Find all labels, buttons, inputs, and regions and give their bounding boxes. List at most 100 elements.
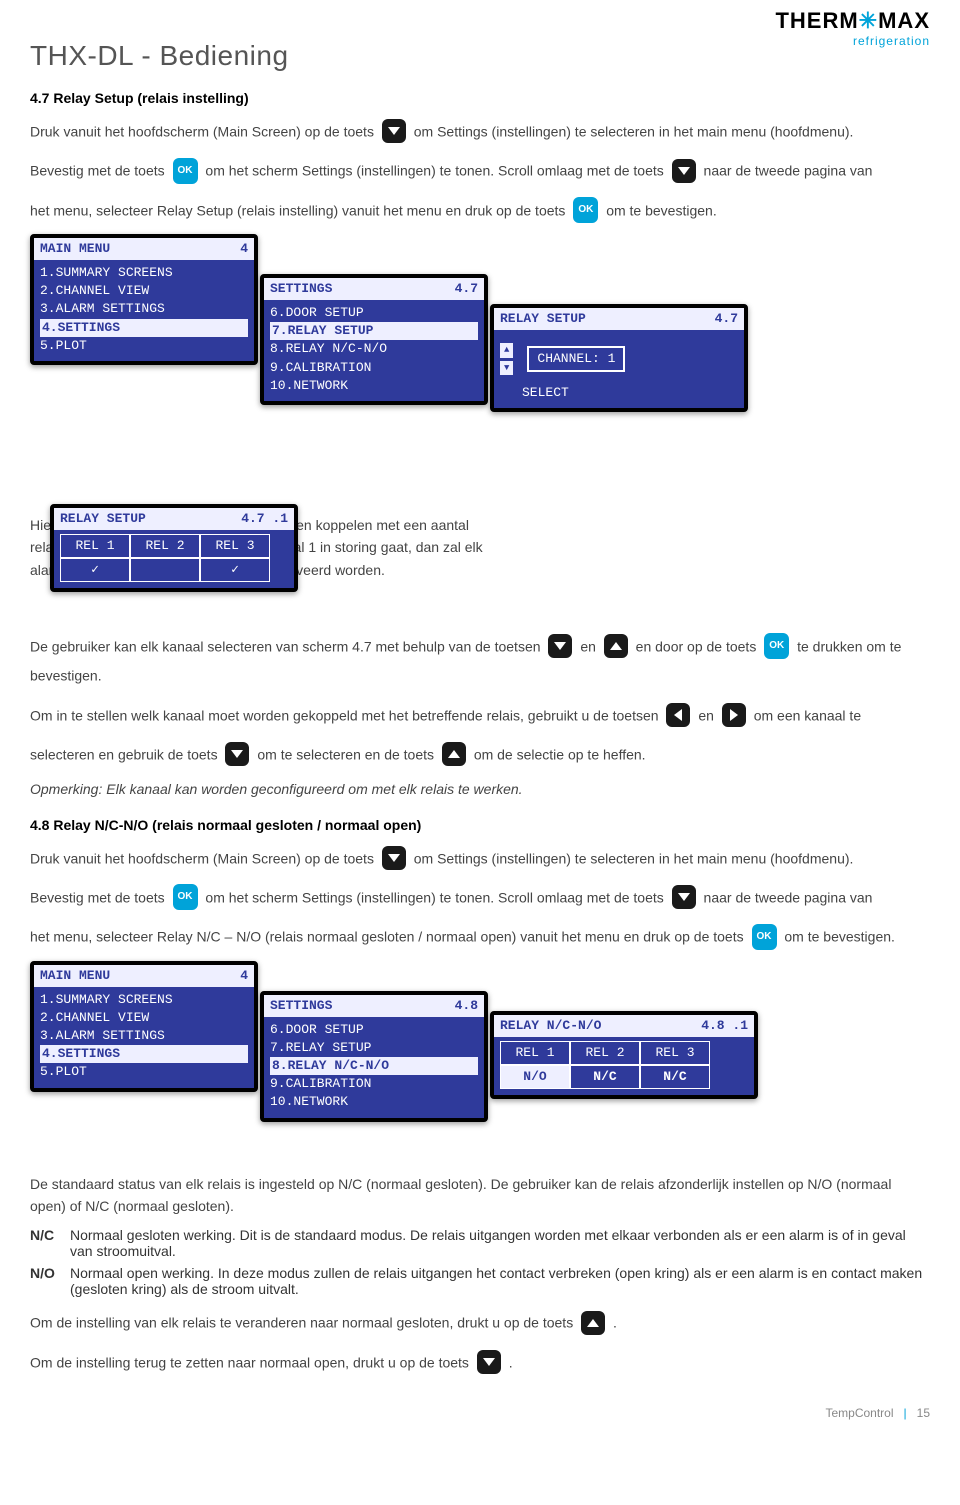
down-icon[interactable] xyxy=(672,885,696,909)
no-label: N/O xyxy=(30,1265,70,1297)
lcd-settings: SETTINGS4.7 6.DOOR SETUP7.RELAY SETUP8.R… xyxy=(260,274,488,405)
ok-button[interactable]: OK xyxy=(764,633,789,659)
ok-button[interactable]: OK xyxy=(573,197,598,223)
lcd-menu-item: 4.SETTINGS xyxy=(40,1045,248,1063)
channel-value: 1 xyxy=(608,351,616,366)
text: De gebruiker kan elk kanaal selecteren v… xyxy=(30,638,541,654)
lcd-main-menu: MAIN MENU 4 1.SUMMARY SCREENS2.CHANNEL VI… xyxy=(30,234,258,365)
rel-header: REL 2 xyxy=(130,534,200,558)
up-icon[interactable] xyxy=(442,742,466,766)
lcd-menu-item: 3.ALARM SETTINGS xyxy=(40,1027,248,1045)
down-icon[interactable] xyxy=(225,742,249,766)
lcd-menu-item: 1.SUMMARY SCREENS xyxy=(40,264,248,282)
text: Om de instelling van elk relais te veran… xyxy=(30,1315,573,1331)
down-icon: ▼ xyxy=(500,361,513,376)
select-label: SELECT xyxy=(500,384,738,402)
lcd-relay-setup-471: RELAY SETUP4.7 .1 REL 1REL 2REL 3 ✓✓ xyxy=(50,504,298,591)
lcd-page: 4 xyxy=(240,240,248,258)
footer-page: 15 xyxy=(917,1406,930,1420)
page-footer: TempControl | 15 xyxy=(30,1406,930,1420)
left-icon[interactable] xyxy=(666,703,690,727)
rel-value: N/C xyxy=(640,1065,710,1089)
lcd-menu-item: 3.ALARM SETTINGS xyxy=(40,300,248,318)
text: Bevestig met de toets xyxy=(30,889,165,905)
lcd-title: MAIN MENU xyxy=(40,240,110,258)
no-body: Normaal open werking. In deze modus zull… xyxy=(70,1265,930,1297)
lcd-title: SETTINGS xyxy=(270,280,332,298)
text: om het scherm Settings (instellingen) te… xyxy=(205,163,663,179)
down-icon[interactable] xyxy=(382,119,406,143)
text: en door op de toets xyxy=(636,638,757,654)
text: het menu, selecteer Relay Setup (relais … xyxy=(30,202,565,218)
lcd-relay-setup: RELAY SETUP4.7 ▲▼ CHANNEL: 1 SELECT xyxy=(490,304,748,413)
brand-sub: refrigeration xyxy=(775,34,930,48)
lcd-settings-2: SETTINGS4.8 6.DOOR SETUP7.RELAY SETUP8.R… xyxy=(260,991,488,1122)
section-47-heading: 4.7 Relay Setup (relais instelling) xyxy=(30,90,930,106)
rel-header: REL 1 xyxy=(500,1041,570,1065)
text: naar de tweede pagina van xyxy=(704,163,873,179)
right-icon[interactable] xyxy=(722,703,746,727)
lcd-menu-item: 8.RELAY N/C-N/O xyxy=(270,340,478,358)
up-icon[interactable] xyxy=(581,1311,605,1335)
std-text: De standaard status van elk relais is in… xyxy=(30,1173,930,1218)
text: Om de instelling terug te zetten naar no… xyxy=(30,1354,469,1370)
lcd-menu-item: 5.PLOT xyxy=(40,1063,248,1081)
rel-value: ✓ xyxy=(200,558,270,582)
text: om de selectie op te heffen. xyxy=(474,746,646,762)
lcd-main-menu-2: MAIN MENU4 1.SUMMARY SCREENS2.CHANNEL VI… xyxy=(30,961,258,1092)
text: Om in te stellen welk kanaal moet worden… xyxy=(30,707,659,723)
ok-button[interactable]: OK xyxy=(752,924,777,950)
down-icon[interactable] xyxy=(672,159,696,183)
lcd-title: RELAY SETUP xyxy=(500,310,586,328)
note-47: Opmerking: Elk kanaal kan worden geconfi… xyxy=(30,778,930,800)
lcd-title: RELAY N/C-N/O xyxy=(500,1017,601,1035)
lcd-menu-item: 1.SUMMARY SCREENS xyxy=(40,991,248,1009)
text: Druk vanuit het hoofdscherm (Main Screen… xyxy=(30,123,374,139)
lcd-menu-item: 4.SETTINGS xyxy=(40,319,248,337)
lcd-menu-item: 10.NETWORK xyxy=(270,377,478,395)
footer-product: TempControl xyxy=(825,1406,893,1420)
lcd-page: 4.7 .1 xyxy=(241,510,288,528)
text: en xyxy=(698,707,714,723)
text: om te bevestigen. xyxy=(784,929,895,945)
rel-header: REL 2 xyxy=(570,1041,640,1065)
ok-button[interactable]: OK xyxy=(173,158,198,184)
lcd-page: 4.8 xyxy=(455,997,478,1015)
rel-value: N/O xyxy=(500,1065,570,1089)
rel-header: REL 3 xyxy=(640,1041,710,1065)
rel-header: REL 3 xyxy=(200,534,270,558)
lcd-page: 4.7 xyxy=(715,310,738,328)
text: om het scherm Settings (instellingen) te… xyxy=(205,889,663,905)
brand-logo: THERM✳MAX refrigeration xyxy=(775,8,930,48)
rel-value: ✓ xyxy=(60,558,130,582)
text: om te bevestigen. xyxy=(606,202,717,218)
brand-b: MAX xyxy=(878,8,930,33)
lcd-title: SETTINGS xyxy=(270,997,332,1015)
lcd-title: MAIN MENU xyxy=(40,967,110,985)
down-icon[interactable] xyxy=(382,846,406,870)
lcd-menu-item: 6.DOOR SETUP xyxy=(270,304,478,322)
text: . xyxy=(509,1354,513,1370)
text: om Settings (instellingen) te selecteren… xyxy=(414,850,854,866)
down-icon[interactable] xyxy=(477,1350,501,1374)
text: naar de tweede pagina van xyxy=(704,889,873,905)
rel-header: REL 1 xyxy=(60,534,130,558)
text: het menu, selecteer Relay N/C – N/O (rel… xyxy=(30,929,744,945)
lcd-menu-item: 2.CHANNEL VIEW xyxy=(40,282,248,300)
section-48-heading: 4.8 Relay N/C-N/O (relais normaal geslot… xyxy=(30,817,930,833)
lcd-menu-item: 6.DOOR SETUP xyxy=(270,1021,478,1039)
text: selecteren en gebruik de toets xyxy=(30,746,218,762)
lcd-menu-item: 9.CALIBRATION xyxy=(270,1075,478,1093)
up-icon: ▲ xyxy=(500,343,513,358)
lcd-menu-item: 7.RELAY SETUP xyxy=(270,322,478,340)
ok-button[interactable]: OK xyxy=(173,884,198,910)
text: . xyxy=(613,1315,617,1331)
rel-value: N/C xyxy=(570,1065,640,1089)
down-icon[interactable] xyxy=(548,634,572,658)
lcd-ncno: RELAY N/C-N/O4.8 .1 REL 1REL 2REL 3 N/ON… xyxy=(490,1011,758,1100)
text: Bevestig met de toets xyxy=(30,163,165,179)
text: om Settings (instellingen) te selecteren… xyxy=(414,123,854,139)
up-icon[interactable] xyxy=(604,634,628,658)
text: Druk vanuit het hoofdscherm (Main Screen… xyxy=(30,850,374,866)
nc-body: Normaal gesloten werking. Dit is de stan… xyxy=(70,1227,930,1259)
